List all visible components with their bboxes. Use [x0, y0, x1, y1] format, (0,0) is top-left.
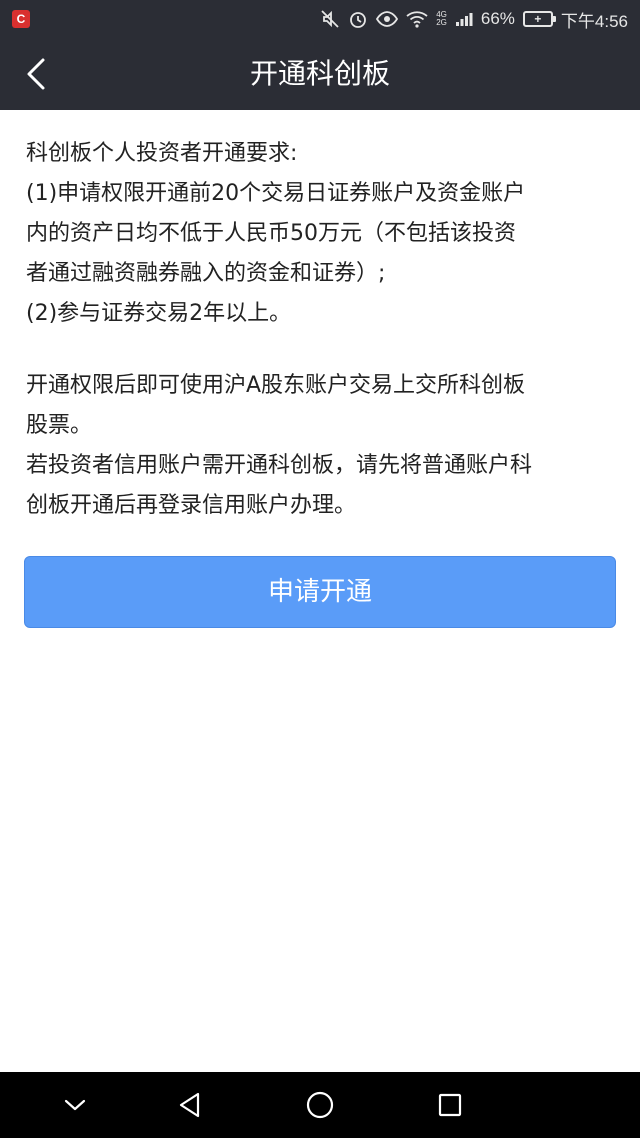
status-bar: C 4G 2G 66% + 下午4:56: [0, 0, 640, 38]
network-type: 4G 2G: [436, 10, 447, 27]
hide-keyboard-button[interactable]: [45, 1072, 105, 1138]
note-2-line-2: 创板开通后再登录信用账户办理。: [26, 493, 357, 518]
status-icons: 4G 2G 66% + 下午4:56: [320, 0, 628, 38]
status-time: 下午4:56: [560, 11, 628, 31]
home-button[interactable]: [290, 1072, 350, 1138]
page-title: 开通科创板: [249, 57, 390, 90]
chevron-down-icon: [64, 1099, 86, 1111]
alarm-icon: [348, 9, 368, 29]
triangle-back-icon: [179, 1092, 200, 1118]
back-button[interactable]: [14, 52, 58, 96]
requirements-heading: 科创板个人投资者开通要求:: [26, 141, 298, 166]
square-recents-icon: [438, 1093, 462, 1117]
screen: C 4G 2G 66% + 下午4:56 开通科创板 科创板个人投资者开通要求:…: [0, 0, 640, 1138]
note-1-line-1: 开通权限后即可使用沪A股东账户交易上交所科创板: [26, 373, 526, 398]
requirement-1-line-1: (1)申请权限开通前20个交易日证券账户及资金账户: [26, 181, 526, 206]
app-notification-icon: C: [12, 10, 30, 28]
circle-home-icon: [306, 1091, 334, 1119]
signal-icon: [455, 11, 473, 27]
requirement-1-line-2: 内的资产日均不低于人民币50万元（不包括该投资: [26, 221, 516, 246]
requirements-text: 科创板个人投资者开通要求: (1)申请权限开通前20个交易日证券账户及资金账户 …: [26, 134, 618, 526]
mute-icon: [320, 9, 340, 29]
eye-icon: [376, 9, 399, 29]
battery-icon: +: [522, 11, 556, 27]
note-2-line-1: 若投资者信用账户需开通科创板，请先将普通账户科: [26, 453, 533, 478]
system-back-button[interactable]: [160, 1072, 220, 1138]
recents-button[interactable]: [420, 1072, 480, 1138]
note-1-line-2: 股票。: [26, 413, 93, 438]
apply-button[interactable]: 申请开通: [24, 556, 616, 628]
requirement-1-line-3: 者通过融资融券融入的资金和证券）;: [26, 261, 386, 286]
requirement-2: (2)参与证券交易2年以上。: [26, 301, 292, 326]
system-nav-bar: [0, 1072, 640, 1138]
nav-bar: 开通科创板: [0, 38, 640, 110]
battery-percent: 66%: [480, 9, 515, 28]
chevron-left-icon: [27, 58, 45, 90]
wifi-icon: [406, 10, 428, 28]
